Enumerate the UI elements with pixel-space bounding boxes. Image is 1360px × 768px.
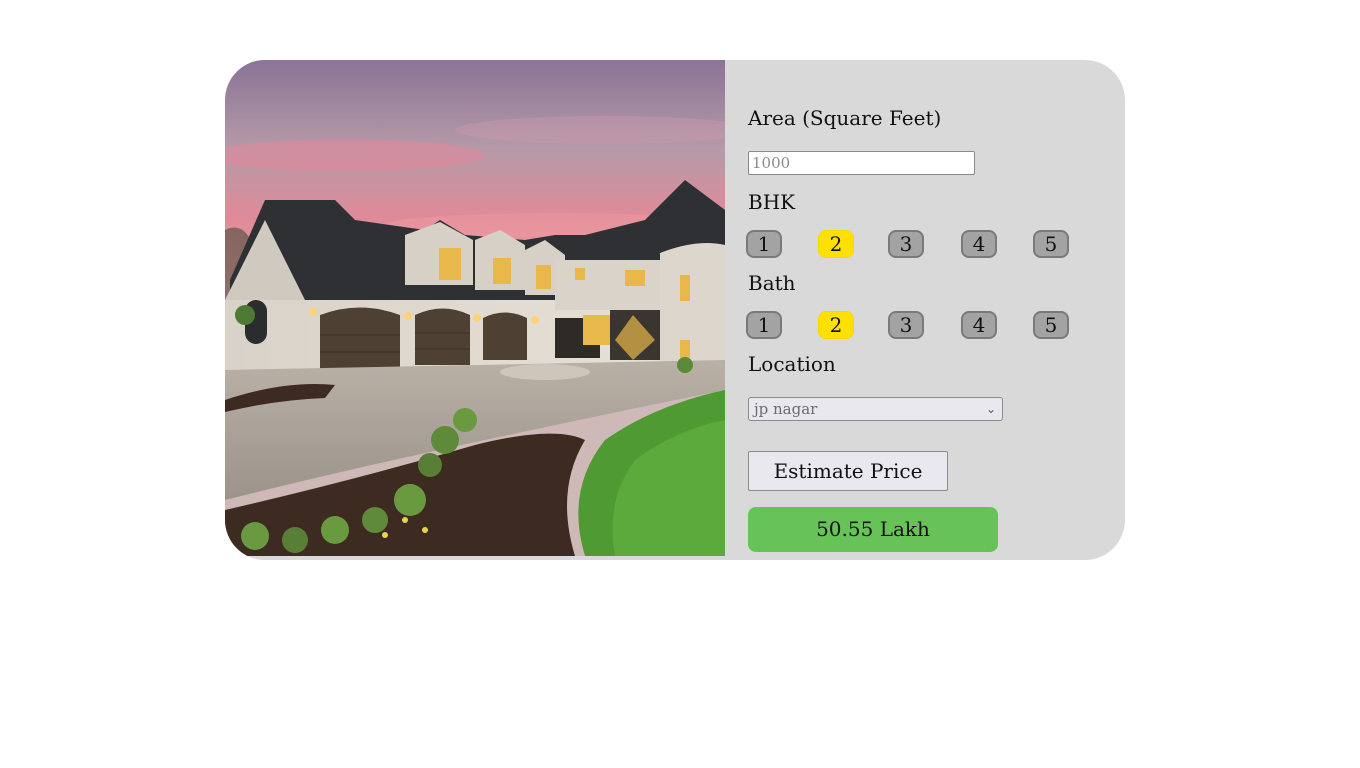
house-photo — [225, 60, 725, 556]
bhk-option-4[interactable]: 4 — [961, 230, 997, 258]
bhk-label: BHK — [748, 190, 796, 214]
bhk-option-2[interactable]: 2 — [818, 230, 854, 258]
bhk-option-1[interactable]: 1 — [746, 230, 782, 258]
estimate-price-button[interactable]: Estimate Price — [748, 451, 948, 491]
area-input[interactable] — [748, 151, 975, 175]
estimated-price-result: 50.55 Lakh — [748, 507, 998, 552]
bath-option-2[interactable]: 2 — [818, 311, 854, 339]
chevron-down-icon: ⌄ — [985, 402, 996, 416]
estimator-card: Area (Square Feet) BHK 1 2 3 4 5 Bath 1 … — [225, 60, 1125, 560]
bath-label: Bath — [748, 271, 796, 295]
location-selected-value: jp nagar — [754, 400, 818, 418]
bath-options: 1 2 3 4 5 — [746, 311, 1076, 339]
estimate-form: Area (Square Feet) BHK 1 2 3 4 5 Bath 1 … — [746, 60, 1108, 560]
bhk-option-3[interactable]: 3 — [888, 230, 924, 258]
location-select[interactable]: jp nagar ⌄ — [748, 397, 1003, 421]
bath-option-1[interactable]: 1 — [746, 311, 782, 339]
bhk-options: 1 2 3 4 5 — [746, 230, 1076, 258]
bath-option-3[interactable]: 3 — [888, 311, 924, 339]
house-illustration — [225, 60, 725, 556]
area-label: Area (Square Feet) — [748, 106, 942, 130]
bhk-option-5[interactable]: 5 — [1033, 230, 1069, 258]
bath-option-5[interactable]: 5 — [1033, 311, 1069, 339]
bath-option-4[interactable]: 4 — [961, 311, 997, 339]
location-label: Location — [748, 352, 836, 376]
